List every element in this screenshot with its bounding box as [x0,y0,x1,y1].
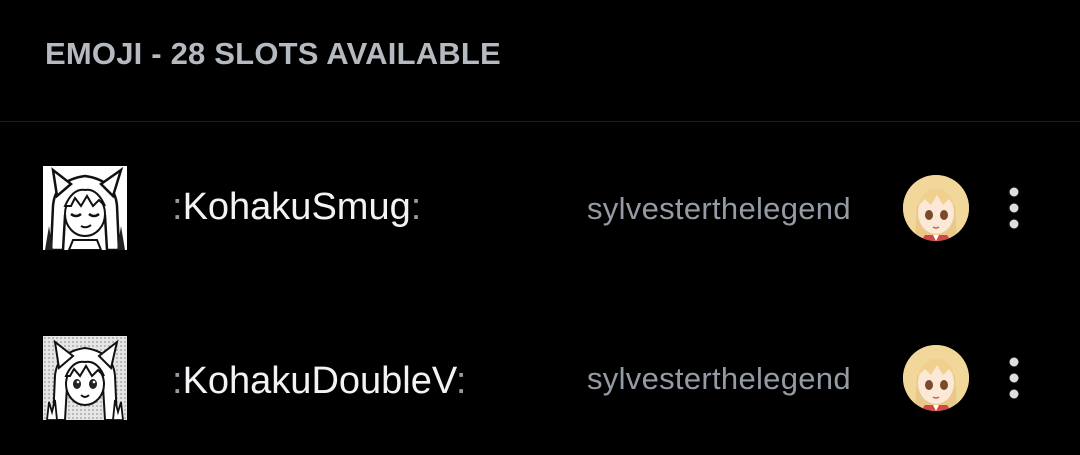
emoji-name-colon: : [410,186,422,228]
more-options-icon [1009,357,1019,399]
emoji-name: :KohakuDoubleV: [172,357,466,405]
uploader-name: sylvesterthelegend [587,191,851,226]
uploader-avatar[interactable] [903,345,969,411]
emoji-row[interactable]: :KohakuSmug: sylvesterthelegend [0,152,1080,262]
emoji-name-text: KohakuDoubleV [182,360,456,402]
more-options-button[interactable] [994,353,1034,403]
divider [0,121,1080,122]
emoji-row[interactable]: :KohakuDoubleV: sylvesterthelegend [0,322,1080,432]
emoji-name-colon: : [172,186,183,228]
uploader-name: sylvesterthelegend [587,361,851,396]
more-options-button[interactable] [994,183,1034,233]
uploader-avatar[interactable] [903,175,969,241]
more-options-icon [1009,187,1019,229]
emoji-name: :KohakuSmug: [172,183,421,231]
kohaku-smug-emoji-image [43,166,127,250]
emoji-name-colon: : [455,360,467,402]
emoji-name-text: KohakuSmug [182,186,411,228]
emoji-name-colon: : [172,360,183,402]
kohaku-double-v-emoji-image [43,336,127,420]
section-header: EMOJI - 28 SLOTS AVAILABLE [45,36,501,71]
